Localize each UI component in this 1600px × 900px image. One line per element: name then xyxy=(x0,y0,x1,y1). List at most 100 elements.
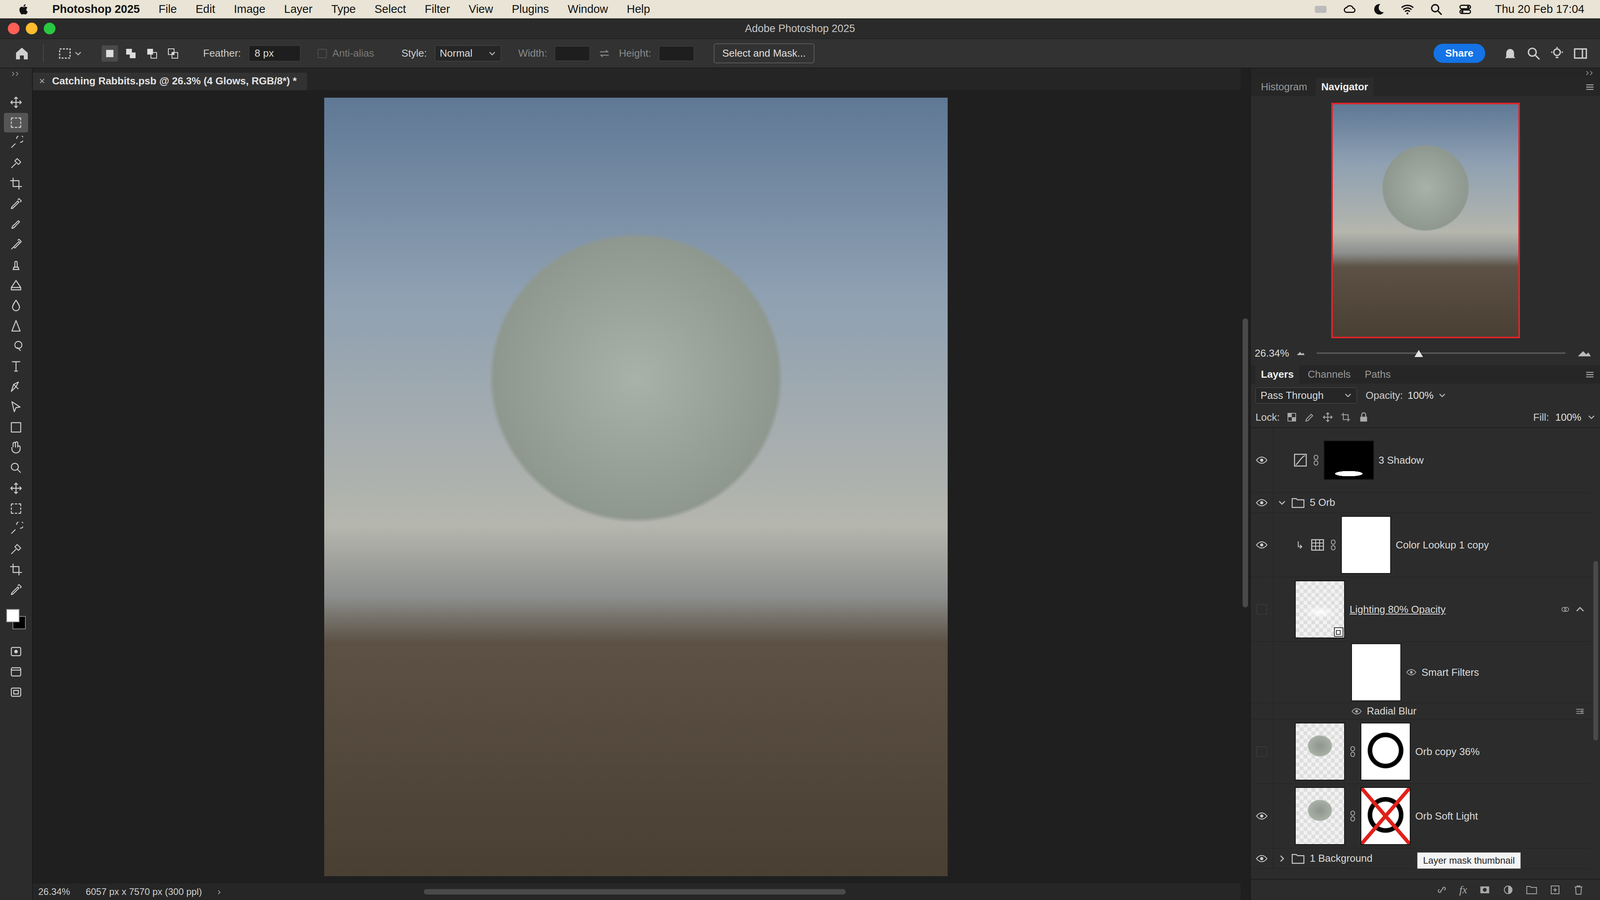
add-mask-icon[interactable] xyxy=(1478,883,1491,896)
layer-row[interactable]: 3 Shadow xyxy=(1250,428,1592,493)
feather-input[interactable]: 8 px xyxy=(248,45,301,62)
document-tab[interactable]: ×Catching Rabbits.psb @ 26.3% (4 Glows, … xyxy=(32,72,308,91)
zoom-button[interactable] xyxy=(43,22,56,35)
tool-button[interactable] xyxy=(3,153,29,174)
tool-button[interactable] xyxy=(3,417,29,438)
lock-pixels-icon[interactable] xyxy=(1303,411,1316,424)
menu-item[interactable]: Image xyxy=(233,2,266,16)
layer-row[interactable]: Radial Blur xyxy=(1250,703,1592,720)
tool-button[interactable] xyxy=(3,234,29,255)
layer-name[interactable]: Lighting 80% Opacity xyxy=(1349,603,1446,616)
tool-button[interactable] xyxy=(3,519,29,539)
adjustment-layer-icon[interactable] xyxy=(1502,883,1515,896)
layer-mask-thumbnail[interactable] xyxy=(1360,787,1411,845)
selection-mode-button[interactable] xyxy=(143,45,161,62)
panel-menu-icon[interactable] xyxy=(1584,81,1596,93)
tool-button[interactable] xyxy=(3,356,29,377)
layer-name[interactable]: Orb copy 36% xyxy=(1415,745,1480,758)
visibility-toggle[interactable] xyxy=(1250,848,1274,869)
tool-button[interactable] xyxy=(3,478,29,499)
workspace-icon[interactable] xyxy=(1572,45,1589,62)
tool-button[interactable] xyxy=(3,539,29,559)
collapse-icon[interactable] xyxy=(1584,69,1597,77)
layer-row[interactable]: 5 Orb xyxy=(1250,492,1592,513)
panel-menu-icon[interactable] xyxy=(1584,369,1596,381)
app-menu[interactable]: Photoshop 2025 xyxy=(52,2,140,16)
search-icon[interactable] xyxy=(1429,2,1444,17)
tool-button[interactable] xyxy=(3,295,29,316)
selection-mode-button[interactable] xyxy=(101,45,118,62)
link-icon[interactable] xyxy=(1349,744,1356,759)
visibility-toggle[interactable] xyxy=(1250,512,1274,577)
tool-button[interactable] xyxy=(3,376,29,397)
scroll-thumb[interactable] xyxy=(1242,318,1249,608)
canvas-area[interactable] xyxy=(32,90,1241,884)
zoom-out-icon[interactable] xyxy=(1296,350,1306,356)
new-group-icon[interactable] xyxy=(1525,883,1538,896)
selection-mode-button[interactable] xyxy=(122,45,140,62)
layer-name[interactable]: Smart Filters xyxy=(1421,666,1479,679)
adjustment-icon[interactable] xyxy=(1309,537,1326,553)
anti-alias-checkbox[interactable]: Anti-alias xyxy=(317,47,375,60)
zoom-slider[interactable] xyxy=(1316,352,1566,354)
visibility-toggle[interactable] xyxy=(1250,492,1274,513)
discover-icon[interactable] xyxy=(1549,45,1565,62)
lock-artboard-icon[interactable] xyxy=(1339,411,1352,424)
layer-row[interactable]: Lighting 80% Opacity xyxy=(1250,577,1592,642)
lock-transparency-icon[interactable] xyxy=(1285,411,1298,424)
tool-button[interactable] xyxy=(3,397,29,417)
visibility-toggle[interactable] xyxy=(1250,703,1274,720)
zoom-level[interactable]: 26.34% xyxy=(38,886,70,898)
status-menu[interactable]: › xyxy=(217,886,221,898)
layer-mask-thumbnail[interactable] xyxy=(1323,440,1374,480)
layer-name[interactable]: 5 Orb xyxy=(1309,496,1336,509)
collapse-icon[interactable] xyxy=(10,70,22,77)
adjustment-icon[interactable] xyxy=(1292,452,1309,468)
new-layer-icon[interactable] xyxy=(1549,883,1561,896)
layer-row[interactable]: Color Lookup 1 copy xyxy=(1250,512,1592,578)
zoom-in-icon[interactable] xyxy=(1576,348,1593,358)
layer-row[interactable]: Smart Filters xyxy=(1250,641,1592,704)
foreground-color[interactable] xyxy=(6,608,20,623)
close-tab-button[interactable]: × xyxy=(39,75,45,88)
eye-icon[interactable] xyxy=(1351,705,1363,717)
layer-mask-thumbnail[interactable] xyxy=(1341,516,1392,574)
panel-tab[interactable]: Histogram xyxy=(1255,77,1313,97)
visibility-toggle[interactable] xyxy=(1250,577,1274,642)
apple-icon[interactable] xyxy=(17,2,31,17)
tool-button[interactable] xyxy=(3,194,29,214)
link-icon[interactable] xyxy=(1312,453,1320,467)
navigator-preview[interactable] xyxy=(1331,102,1520,339)
home-icon[interactable] xyxy=(14,45,30,62)
layer-name[interactable]: Color Lookup 1 copy xyxy=(1395,539,1489,552)
menu-item[interactable]: Filter xyxy=(424,2,450,16)
horizontal-scrollbar[interactable] xyxy=(236,888,1241,895)
layer-thumbnail[interactable] xyxy=(1294,580,1345,639)
creative-cloud-icon[interactable] xyxy=(1342,2,1357,17)
moon-icon[interactable] xyxy=(1371,2,1386,17)
layer-name[interactable]: 3 Shadow xyxy=(1378,454,1424,467)
visibility-toggle[interactable] xyxy=(1250,641,1274,703)
menu-item[interactable]: Window xyxy=(567,2,608,16)
trash-icon[interactable] xyxy=(1572,883,1585,896)
zoom-value[interactable]: 26.34% xyxy=(1254,347,1290,360)
collapse-chevron-icon[interactable] xyxy=(1575,604,1586,615)
mode-button[interactable] xyxy=(3,682,29,702)
close-button[interactable] xyxy=(7,22,20,35)
layers-scrollbar[interactable] xyxy=(1591,428,1600,879)
panel-tab[interactable]: Layers xyxy=(1255,365,1300,384)
tool-button[interactable] xyxy=(3,336,29,356)
scroll-thumb[interactable] xyxy=(423,889,846,895)
smart-filter-icon[interactable] xyxy=(1560,604,1571,615)
layer-name[interactable]: 1 Background xyxy=(1309,852,1373,865)
layer-thumbnail[interactable] xyxy=(1294,787,1345,845)
link-icon[interactable] xyxy=(1330,538,1337,552)
display-icon[interactable] xyxy=(1313,2,1328,17)
filter-options-icon[interactable] xyxy=(1575,706,1586,717)
mode-button[interactable] xyxy=(3,641,29,662)
tool-preset-picker[interactable] xyxy=(57,45,83,62)
fill-value[interactable]: 100% xyxy=(1555,411,1582,424)
menu-item[interactable]: Layer xyxy=(283,2,313,16)
layer-mask-thumbnail[interactable] xyxy=(1360,722,1411,781)
bell-icon[interactable] xyxy=(1502,45,1518,62)
